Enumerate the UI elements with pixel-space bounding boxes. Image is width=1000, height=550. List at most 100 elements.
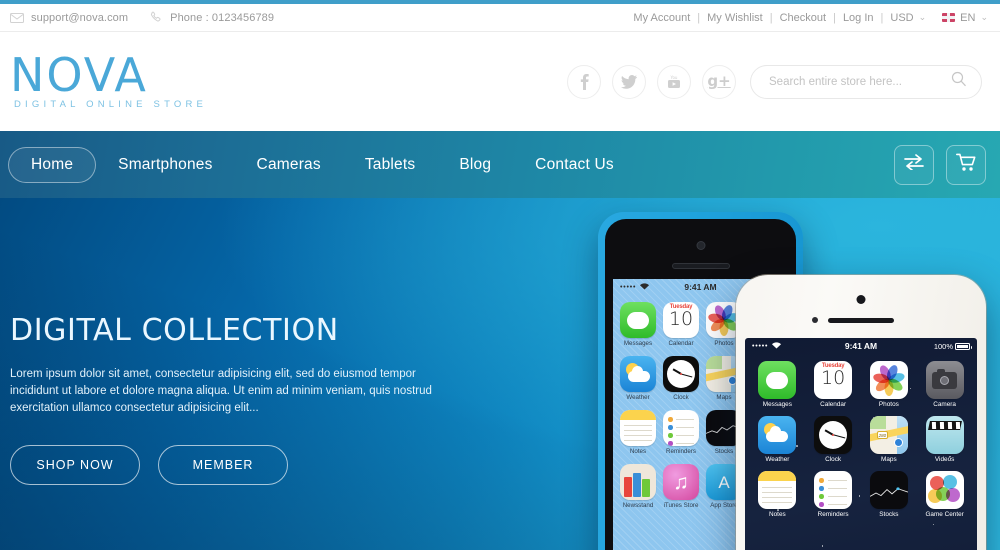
nav-item-cameras[interactable]: Cameras bbox=[235, 148, 343, 182]
social-links: You g+ bbox=[567, 64, 736, 99]
app-label: Clock bbox=[673, 394, 689, 401]
maps-road-label: 280 bbox=[876, 431, 888, 439]
app-label: Messages bbox=[623, 340, 653, 347]
app-messages[interactable]: Messages bbox=[620, 302, 656, 347]
hero-description: Lorem ipsum dolor sit amet, consectetur … bbox=[10, 368, 432, 414]
app-clock[interactable]: Clock bbox=[663, 356, 699, 401]
facebook-icon[interactable] bbox=[567, 64, 601, 99]
app-label: Weather bbox=[626, 394, 650, 401]
app-reminders[interactable]: Reminders bbox=[663, 410, 699, 455]
calendar-date: 10 bbox=[668, 308, 694, 330]
hero-banner: DIGITAL COLLECTION Lorem ipsum dolor sit… bbox=[0, 198, 1000, 550]
nav-actions bbox=[894, 144, 986, 185]
reminders-icon bbox=[814, 471, 853, 509]
weather-icon bbox=[758, 416, 797, 454]
cart-button[interactable] bbox=[946, 144, 986, 185]
messages-icon bbox=[620, 302, 656, 338]
contact-email[interactable]: support@nova.com bbox=[10, 12, 128, 24]
youtube-icon[interactable]: You bbox=[657, 64, 691, 99]
language-label: EN bbox=[960, 11, 976, 24]
hero-title: DIGITAL COLLECTION bbox=[10, 313, 339, 348]
link-separator: | bbox=[697, 11, 701, 24]
site-header: NOVA DIGITAL ONLINE STORE You g+ Search … bbox=[0, 32, 1000, 131]
link-separator: | bbox=[880, 11, 884, 24]
gamecenter-icon bbox=[925, 471, 964, 509]
svg-text:You: You bbox=[670, 75, 678, 80]
compare-button[interactable] bbox=[894, 144, 934, 185]
contact-phone[interactable]: Phone : 0123456789 bbox=[150, 11, 274, 24]
top-bar-links: My Account | My Wishlist | Checkout | Lo… bbox=[633, 12, 988, 24]
status-time-blue: 9:41 AM bbox=[684, 282, 717, 292]
shop-now-button[interactable]: SHOP NOW bbox=[10, 445, 140, 485]
photos-icon bbox=[869, 361, 908, 399]
contact-email-text: support@nova.com bbox=[31, 11, 129, 24]
currency-label: USD bbox=[890, 11, 914, 24]
camera-icon bbox=[925, 361, 964, 399]
header-right: You g+ bbox=[567, 64, 982, 99]
search-bar[interactable] bbox=[750, 64, 982, 99]
link-my-wishlist[interactable]: My Wishlist bbox=[707, 12, 763, 24]
front-camera-icon bbox=[696, 241, 705, 250]
uk-flag-icon bbox=[942, 13, 956, 22]
hero-copy: DIGITAL COLLECTION Lorem ipsum dolor sit… bbox=[10, 313, 480, 485]
link-log-in[interactable]: Log In bbox=[843, 12, 874, 24]
app-label: Newsstand bbox=[622, 502, 654, 509]
itunes-icon: ♫ bbox=[663, 464, 699, 500]
link-my-account[interactable]: My Account bbox=[633, 12, 690, 24]
clock-icon bbox=[663, 356, 699, 392]
newsstand-icon bbox=[620, 464, 656, 500]
notes-icon bbox=[758, 471, 797, 509]
twitter-icon[interactable] bbox=[612, 64, 646, 99]
nav-item-tablets[interactable]: Tablets bbox=[343, 148, 438, 182]
logo-tagline: DIGITAL ONLINE STORE bbox=[14, 99, 208, 110]
calendar-icon: Tuesday 10 bbox=[814, 361, 853, 399]
hero-buttons: SHOP NOW MEMBER bbox=[10, 445, 480, 485]
phone-white-screen: ••••• 9:41 AM 100% Messages Tuesday 10 C… bbox=[745, 338, 977, 550]
signal-dots: ••••• bbox=[752, 342, 769, 350]
app-label: Notes bbox=[629, 448, 647, 455]
battery-percent: 100% bbox=[933, 341, 953, 351]
maps-icon: 280 bbox=[869, 416, 908, 454]
battery-indicator: 100% bbox=[933, 341, 972, 351]
nav-item-home[interactable]: Home bbox=[8, 146, 97, 183]
chevron-down-icon: ⌄ bbox=[980, 12, 988, 22]
nav-item-contact-us[interactable]: Contact Us bbox=[513, 148, 636, 182]
app-newsstand[interactable]: Newsstand bbox=[620, 464, 656, 509]
googleplus-glyph: g+ bbox=[707, 72, 731, 90]
calendar-icon: Tuesday 10 bbox=[663, 302, 699, 338]
search-input[interactable] bbox=[769, 75, 951, 88]
proximity-sensor bbox=[812, 317, 818, 323]
status-time-white: 9:41 AM bbox=[844, 341, 878, 351]
nav-item-smartphones[interactable]: Smartphones bbox=[96, 148, 234, 182]
app-label: iTunes Store bbox=[663, 502, 699, 509]
hero-product-image: ••••• 9:41 AM Messages Tuesday 10 Calend… bbox=[560, 198, 1000, 550]
chevron-down-icon: ⌄ bbox=[918, 12, 927, 22]
app-itunes-store[interactable]: ♫ iTunes Store bbox=[663, 464, 699, 509]
link-separator: | bbox=[833, 11, 836, 24]
link-checkout[interactable]: Checkout bbox=[780, 12, 826, 24]
page-root: support@nova.com Phone : 0123456789 My A… bbox=[0, 0, 1000, 550]
app-label: Calendar bbox=[668, 340, 694, 347]
phone-icon bbox=[150, 11, 163, 24]
search-icon[interactable] bbox=[951, 71, 967, 92]
shopping-cart-icon bbox=[955, 153, 977, 177]
app-notes[interactable]: Notes bbox=[620, 410, 656, 455]
phone-white-iphone-5s: ••••• 9:41 AM 100% Messages Tuesday 10 C… bbox=[736, 275, 986, 550]
nav-item-blog[interactable]: Blog bbox=[437, 148, 513, 182]
language-selector[interactable]: EN ⌄ bbox=[942, 12, 988, 24]
site-logo[interactable]: NOVA DIGITAL ONLINE STORE bbox=[6, 52, 208, 110]
clock-icon bbox=[814, 416, 853, 454]
compare-arrows-icon bbox=[904, 154, 924, 175]
calendar-date: 10 bbox=[821, 367, 846, 389]
member-button[interactable]: MEMBER bbox=[158, 445, 288, 485]
googleplus-icon[interactable]: g+ bbox=[702, 64, 736, 99]
videos-icon bbox=[925, 416, 964, 454]
currency-selector[interactable]: USD ⌄ bbox=[890, 12, 926, 24]
app-weather[interactable]: Weather bbox=[620, 356, 656, 401]
app-calendar[interactable]: Tuesday 10 Calendar bbox=[663, 302, 699, 347]
envelope-icon bbox=[10, 12, 24, 23]
app-label: Reminders bbox=[666, 448, 696, 455]
weather-icon bbox=[620, 356, 656, 392]
status-bar-white: ••••• 9:41 AM 100% bbox=[745, 338, 977, 354]
link-separator: | bbox=[769, 11, 773, 24]
